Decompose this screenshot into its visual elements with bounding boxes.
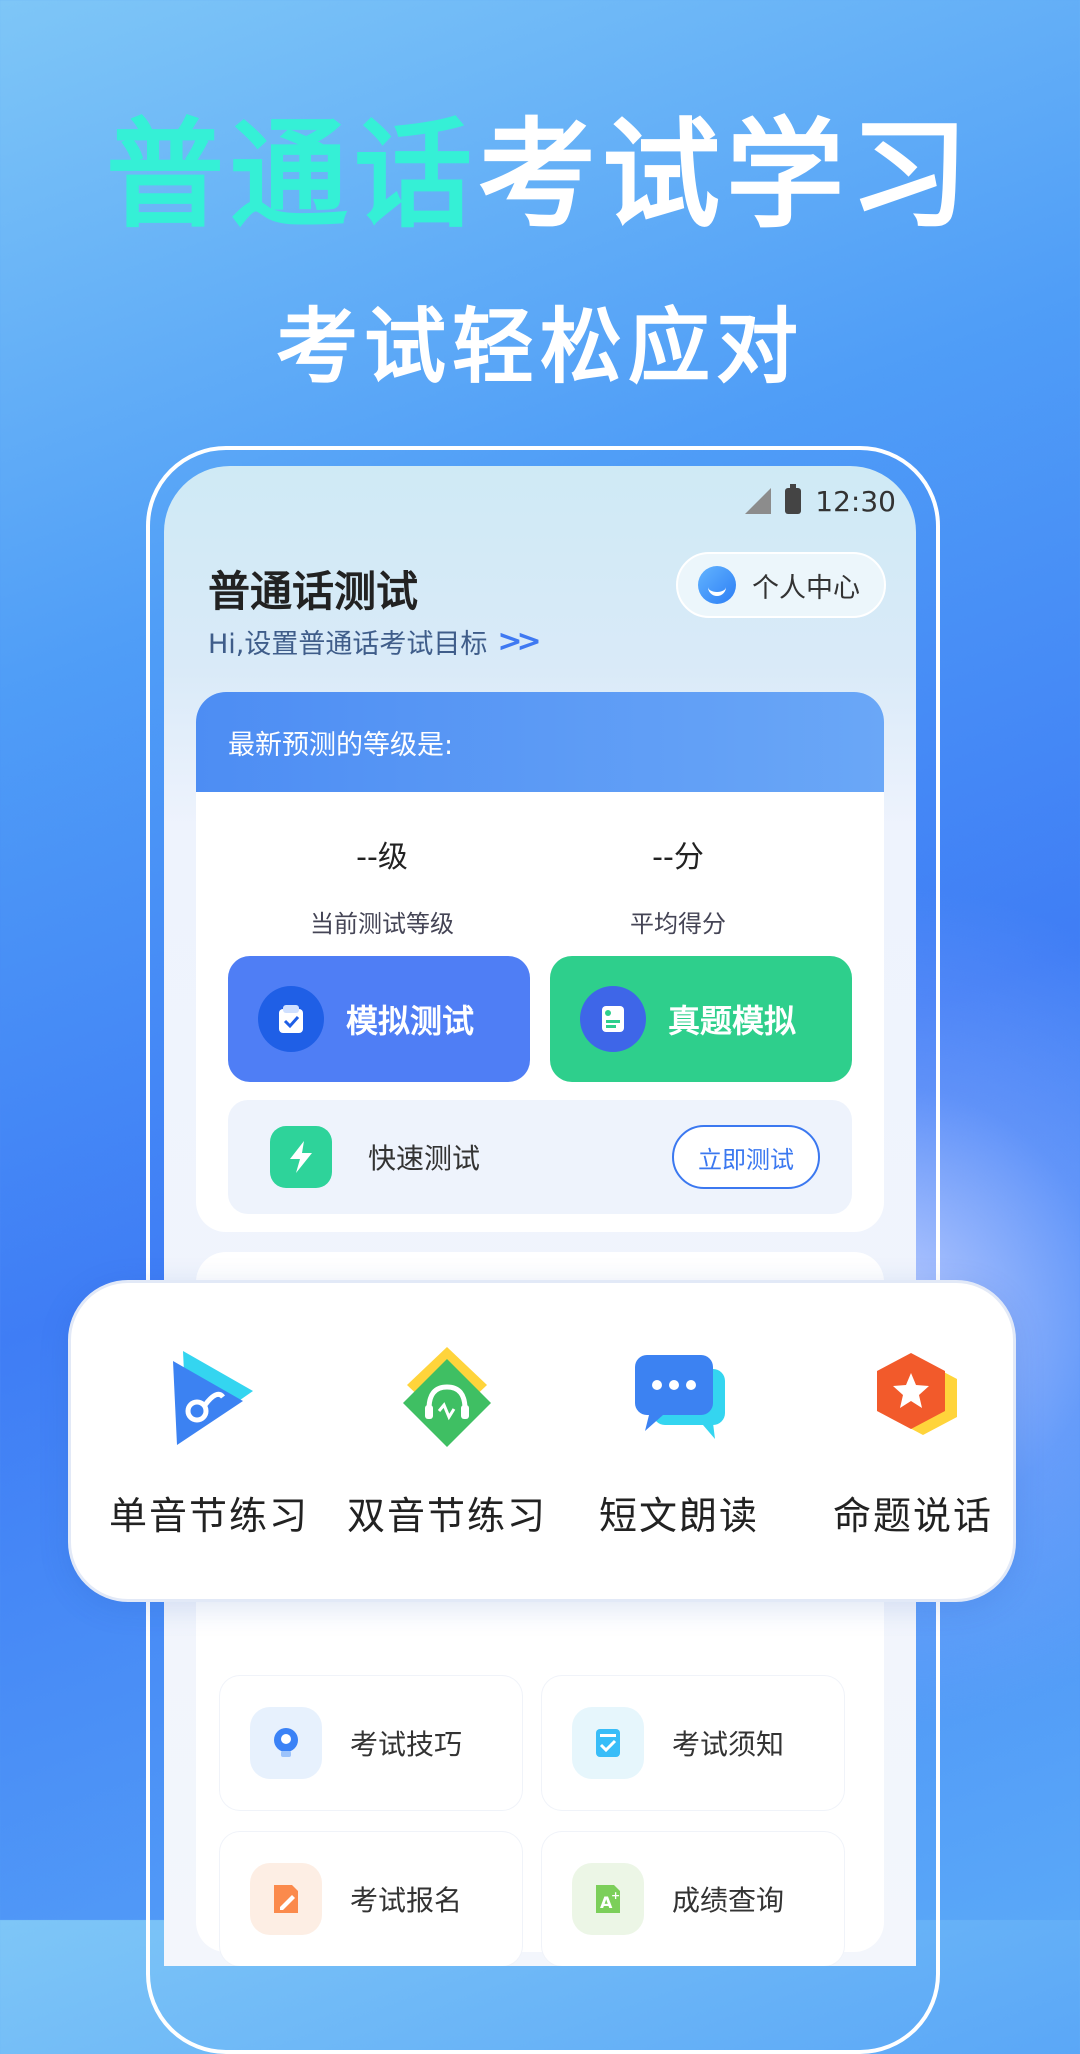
- page-title: 普通话测试: [208, 567, 419, 616]
- grade-doc-icon: A +: [572, 1863, 644, 1935]
- personal-center-label: 个人中心: [752, 572, 860, 604]
- headphones-icon: [403, 1347, 491, 1447]
- tool-grade-query[interactable]: A + 成绩查询: [542, 1832, 844, 1966]
- battery-icon: [785, 484, 802, 514]
- quick-test-label: 快速测试: [368, 1142, 481, 1175]
- promo-subtitle: 考试轻松应对: [275, 300, 804, 395]
- double-chevron-right-icon: >>: [497, 624, 541, 659]
- set-goal-label: Hi,设置普通话考试目标: [208, 629, 488, 660]
- feature-topic-speaking[interactable]: 命题说话: [795, 1339, 1031, 1540]
- tool-label: 考试技巧: [350, 1728, 463, 1761]
- real-exam-label: 真题模拟: [668, 1002, 797, 1040]
- promo-headline: 普通话考试学习: [0, 110, 1080, 240]
- tool-exam-registration[interactable]: 考试报名: [220, 1832, 522, 1966]
- feature-passage-reading[interactable]: 短文朗读: [561, 1339, 797, 1540]
- level-stat: --级 当前测试等级: [232, 832, 532, 939]
- edit-doc-icon: [250, 1863, 322, 1935]
- score-label: 平均得分: [630, 910, 726, 938]
- feature-label: 命题说话: [832, 1494, 993, 1538]
- lightbulb-icon: [250, 1707, 322, 1779]
- tool-exam-notice[interactable]: 考试须知: [542, 1676, 844, 1810]
- prediction-heading: 最新预测的等级是:: [196, 692, 884, 792]
- signal-icon: [745, 488, 772, 514]
- tool-label: 考试报名: [350, 1884, 463, 1917]
- level-label: 当前测试等级: [310, 910, 454, 938]
- headline-highlight: 普通话: [105, 106, 478, 244]
- status-time: 12:30: [815, 484, 896, 518]
- set-goal-link[interactable]: Hi,设置普通话考试目标 >>: [208, 622, 542, 661]
- document-check-icon: [580, 986, 646, 1052]
- personal-center-button[interactable]: 个人中心: [676, 552, 886, 618]
- test-now-button[interactable]: 立即测试: [672, 1125, 820, 1189]
- svg-text:+: +: [611, 1889, 620, 1902]
- score-stat: --分 平均得分: [528, 832, 828, 939]
- smile-icon: [698, 566, 736, 604]
- chat-icon: [635, 1355, 725, 1439]
- feature-label: 双音节练习: [346, 1494, 547, 1538]
- score-value: --分: [652, 840, 704, 875]
- feature-single-syllable[interactable]: 单音节练习: [91, 1339, 327, 1540]
- feature-double-syllable[interactable]: 双音节练习: [329, 1339, 565, 1540]
- status-bar: 12:30: [745, 476, 896, 526]
- tool-label: 成绩查询: [672, 1884, 785, 1917]
- checklist-icon: [572, 1707, 644, 1779]
- tool-label: 考试须知: [672, 1728, 785, 1761]
- clipboard-check-icon: [258, 986, 324, 1052]
- quick-test-row[interactable]: 快速测试 立即测试: [228, 1100, 852, 1214]
- mock-test-label: 模拟测试: [346, 1002, 475, 1040]
- play-icon: [173, 1351, 253, 1445]
- phone-screen: 12:30 普通话测试 Hi,设置普通话考试目标 >> 个人中心 最新预测的等级…: [164, 466, 916, 1966]
- prediction-card: 最新预测的等级是: --级 当前测试等级 --分 平均得分 模拟测试 真题模拟 …: [196, 692, 884, 1232]
- feature-label: 单音节练习: [108, 1494, 309, 1538]
- real-exam-button[interactable]: 真题模拟: [550, 956, 852, 1082]
- star-hexagon-icon: [877, 1353, 957, 1435]
- practice-modes-card: 单音节练习 双音节练习 短文朗读 命题说话: [68, 1280, 1016, 1602]
- headline-rest: 考试学习: [478, 106, 975, 244]
- lightning-icon: [270, 1126, 332, 1188]
- feature-label: 短文朗读: [598, 1494, 759, 1538]
- tool-exam-tips[interactable]: 考试技巧: [220, 1676, 522, 1810]
- mock-test-button[interactable]: 模拟测试: [228, 956, 530, 1082]
- level-value: --级: [356, 840, 408, 875]
